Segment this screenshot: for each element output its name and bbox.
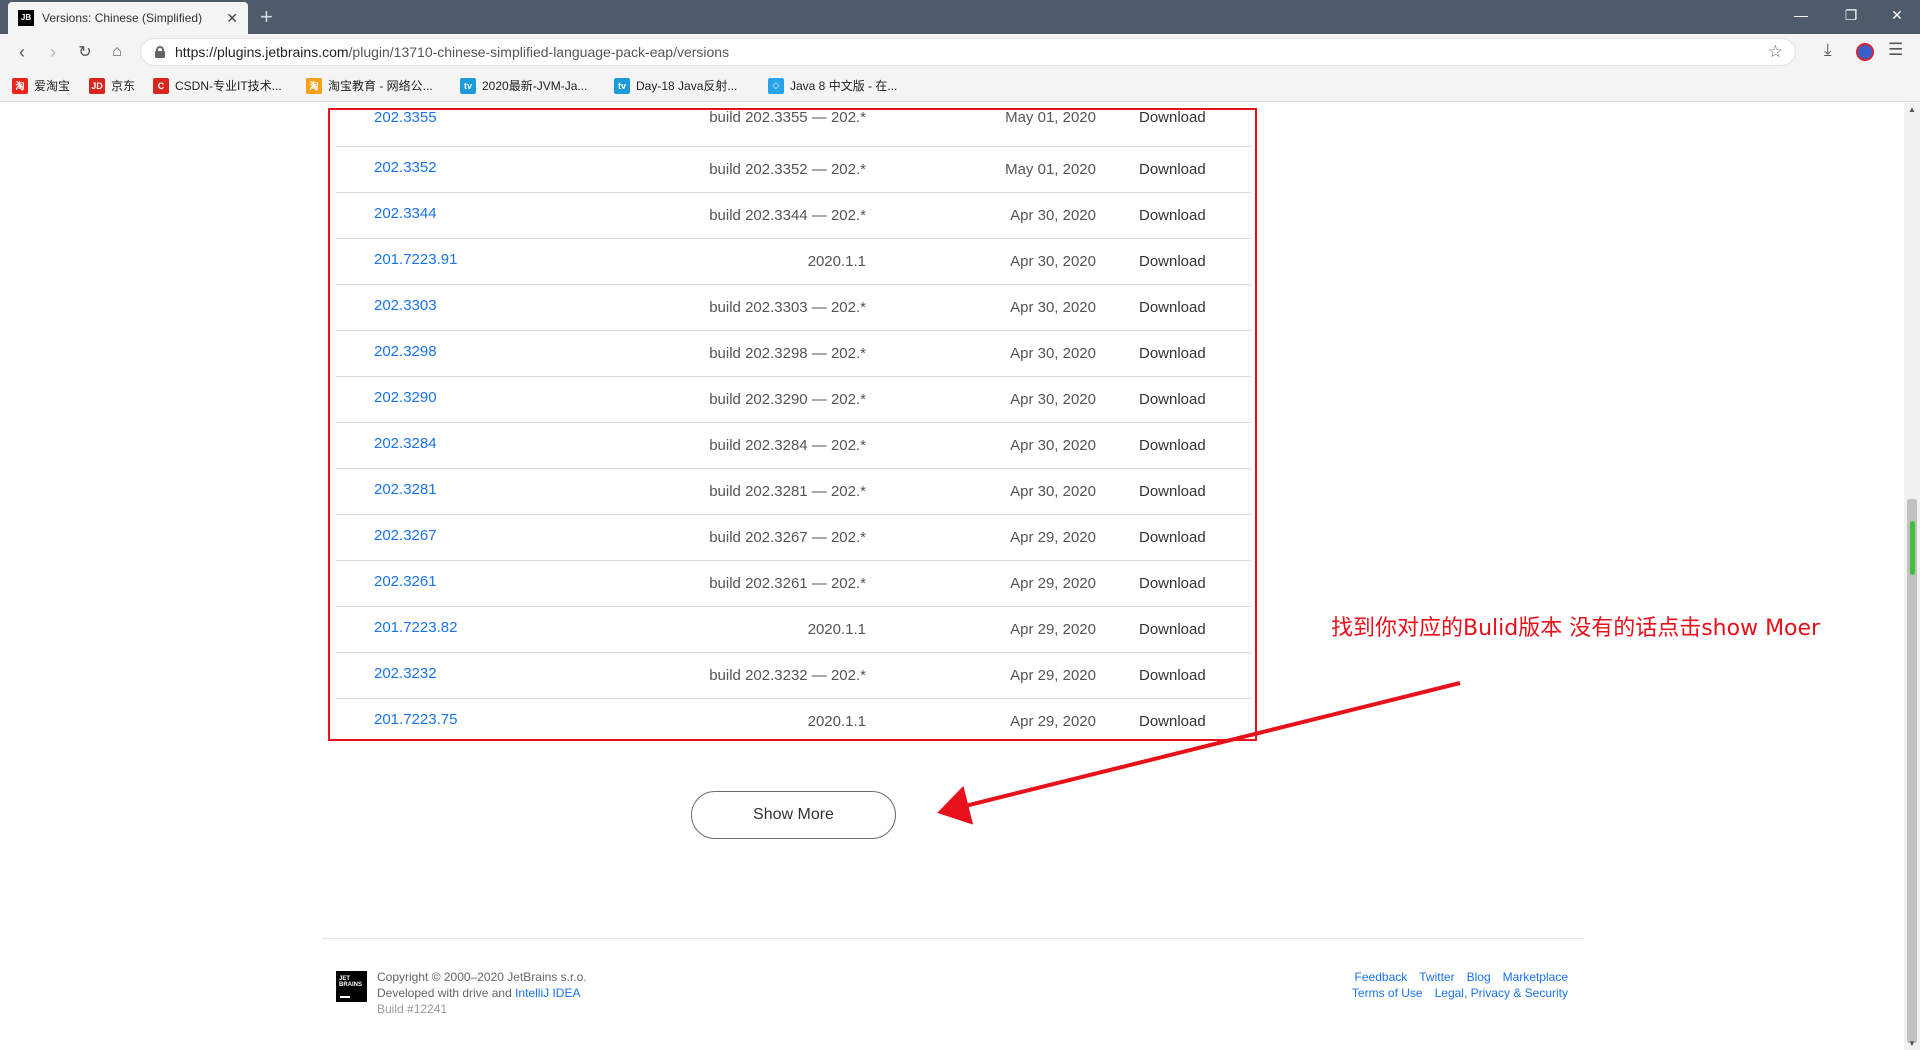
bookmark-item[interactable]: tv 2020最新-JVM-Ja... [460,77,587,94]
taobao-edu-icon: 淘 [306,77,322,94]
copyright-text: Copyright © 2000–2020 JetBrains s.r.o. [377,970,587,984]
bookmark-label: 淘宝教育 - 网络公... [328,79,433,93]
close-tab-icon[interactable]: ✕ [226,10,238,27]
restore-window-icon[interactable]: ❐ [1828,0,1874,30]
jd-icon: JD [89,77,105,94]
footer-links: Feedback Twitter Blog Marketplace Terms of … [1340,969,1568,1001]
footer-copyright: Copyright © 2000–2020 JetBrains s.r.o. D… [377,969,587,1017]
bookmark-label: 爱淘宝 [34,79,71,93]
developed-with-text: Developed with drive and IntelliJ IDEA [377,986,581,1000]
download-icon[interactable]: ⤓ [1824,40,1832,60]
bookmark-item[interactable]: ◇ Java 8 中文版 - 在... [768,77,897,94]
minimize-window-icon[interactable]: — [1778,0,1824,30]
bookmark-item[interactable]: tv Day-18 Java反射... [614,77,737,94]
footer-divider [322,938,1584,939]
bookmark-label: Day-18 Java反射... [636,79,738,93]
footer-link[interactable]: Twitter [1419,970,1454,984]
forward-icon[interactable]: › [43,42,63,62]
back-icon[interactable]: ‹ [12,42,32,62]
tab-title: Versions: Chinese (Simplified) [42,11,203,25]
footer-link[interactable]: Feedback [1355,970,1408,984]
home-icon[interactable]: ⌂ [107,42,127,62]
csdn-icon: C [153,77,169,94]
profile-avatar-icon[interactable] [1856,43,1874,61]
annotation-text: 找到你对应的Bulid版本 没有的话点击show Moer [1331,616,1821,641]
scroll-position-indicator [1910,521,1915,575]
bookmark-item[interactable]: C CSDN-专业IT技术... [153,77,282,94]
highlight-box-annotation [328,108,1257,741]
bookmarks-bar: 淘爱淘宝 JD 京东 C CSDN-专业IT技术... 淘淘宝教育 - 网络公... tv 2… [0,70,1920,102]
browser-tab-active[interactable]: JB Versions: Chinese (Simplified) ✕ [8,2,248,34]
url-text: https://plugins.jetbrains.com/plugin/137… [175,44,730,60]
bookmark-label: 2020最新-JVM-Ja... [482,79,588,93]
bookmark-item[interactable]: 淘淘宝教育 - 网络公... [306,77,433,94]
menu-icon[interactable]: ☰ [1888,40,1903,60]
taobao-icon: 淘 [12,77,28,94]
bookmark-label: CSDN-专业IT技术... [175,79,282,93]
bilibili-icon: tv [460,77,476,94]
build-number: Build #12241 [377,1002,448,1016]
scroll-down-arrow-icon[interactable]: ▼ [1908,1039,1916,1048]
bookmark-star-icon[interactable]: ☆ [1768,42,1783,62]
new-tab-icon[interactable]: + [260,4,273,30]
address-bar[interactable]: https://plugins.jetbrains.com/plugin/137… [140,38,1796,66]
show-more-button[interactable]: Show More [691,791,896,839]
close-window-icon[interactable]: ✕ [1874,0,1920,30]
intellij-idea-link[interactable]: IntelliJ IDEA [515,986,580,1000]
page-viewport: 202.3355 build 202.3355 — 202.* May 01, 20… [0,103,1904,1050]
scroll-up-arrow-icon[interactable]: ▲ [1908,105,1916,114]
bilibili-icon: tv [614,77,630,94]
bookmark-label: Java 8 中文版 - 在... [790,79,898,93]
bookmark-item[interactable]: 淘爱淘宝 [12,77,70,94]
reload-icon[interactable]: ↻ [75,42,95,62]
page-scrollbar[interactable]: ▲ ▼ [1904,103,1920,1050]
scrollbar-thumb[interactable] [1907,499,1917,1043]
jetbrains-logo: JET BRAINS [336,971,367,1002]
tab-strip: JB Versions: Chinese (Simplified) ✕ + — … [0,0,1920,34]
navigation-bar: ‹ › ↻ ⌂ https://plugins.jetbrains.com/pl… [0,34,1920,70]
footer-link[interactable]: Terms of Use [1352,986,1423,1000]
bookmark-label: 京东 [111,79,136,93]
bookmark-item[interactable]: JD 京东 [89,77,135,94]
footer-link[interactable]: Blog [1467,970,1491,984]
footer-link[interactable]: Legal, Privacy & Security [1435,986,1568,1000]
footer-link[interactable]: Marketplace [1503,970,1568,984]
jetbrains-favicon-icon: JB [18,10,34,26]
lock-icon [155,46,165,58]
runoob-icon: ◇ [768,77,784,94]
